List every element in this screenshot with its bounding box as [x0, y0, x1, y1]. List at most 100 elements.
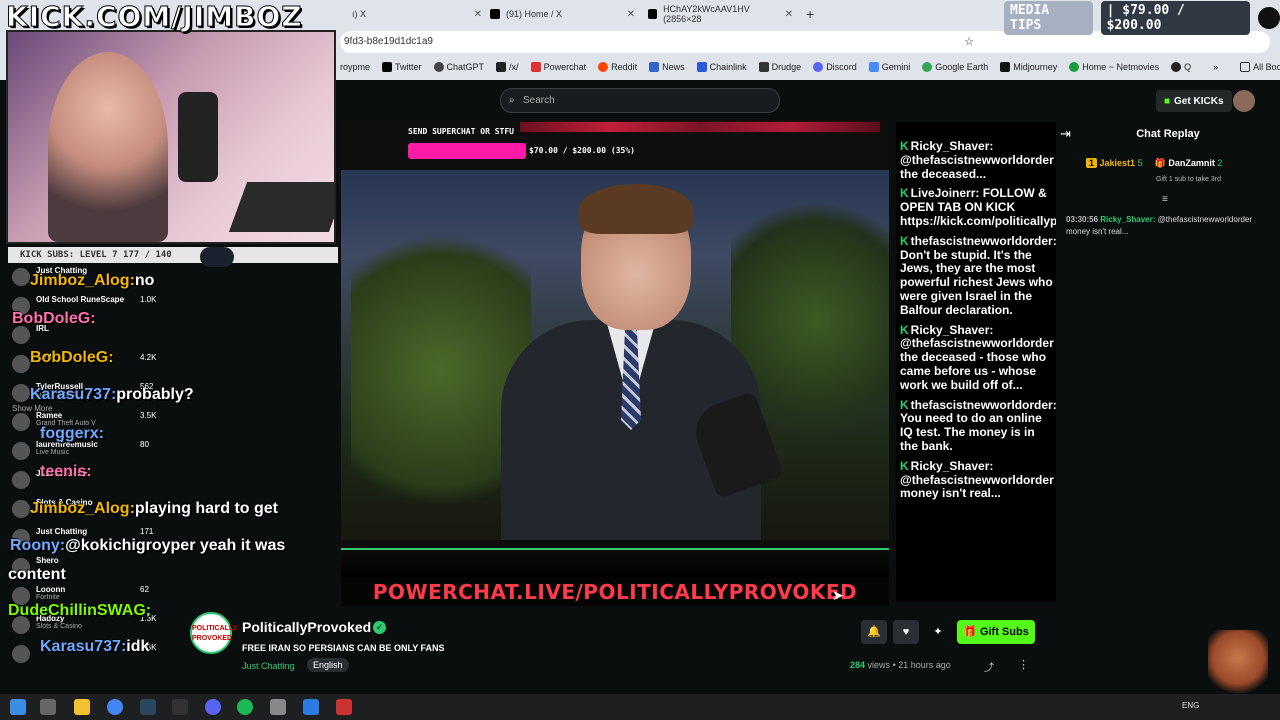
overlay-chat-line: BobDoleG:: [30, 349, 114, 367]
overlay-chat-line: foggerx:: [40, 425, 104, 443]
new-tab-button[interactable]: +: [806, 4, 814, 24]
overlay-chat: K Ricky_Shaver: @thefascistnewworldorder …: [896, 122, 1056, 602]
star-icon[interactable]: ☆: [964, 31, 974, 53]
share-icon[interactable]: ⤴: [984, 659, 994, 674]
get-kicks-button[interactable]: ■ Get KICKs: [1156, 90, 1232, 112]
bell-icon[interactable]: 🔔: [861, 620, 887, 644]
app-icon[interactable]: [336, 699, 352, 715]
more-icon[interactable]: ⋮: [1018, 658, 1029, 671]
channel-avatar[interactable]: [12, 413, 30, 431]
chat-title: Chat Replay: [1136, 128, 1200, 140]
search-input[interactable]: ⌕ Search: [500, 88, 780, 113]
channel-avatar[interactable]: [12, 268, 30, 286]
sparkle-icon[interactable]: ✦: [925, 620, 951, 644]
channel-avatar[interactable]: [12, 326, 30, 344]
chat-text: playing hard to get: [134, 500, 279, 517]
overlay-chat-message: Kthefascistnewworldorder: You need to do…: [900, 398, 1056, 454]
bookmark[interactable]: /x/: [496, 62, 519, 72]
folder-icon[interactable]: [74, 699, 90, 715]
sidebar-channel[interactable]: Shero: [36, 556, 59, 565]
chat-username[interactable]: Ricky_Shaver:: [1100, 215, 1155, 224]
overlay-chat-line: teenis:: [40, 463, 92, 481]
player-controls[interactable]: [341, 548, 889, 578]
close-icon[interactable]: ✕: [627, 9, 635, 20]
chrome-icon[interactable]: [107, 699, 123, 715]
bookmark[interactable]: Reddit: [598, 62, 637, 72]
search-icon: ⌕: [509, 95, 515, 106]
channel-avatar[interactable]: [12, 355, 30, 373]
windows-icon[interactable]: [10, 699, 26, 715]
verified-icon: ✓: [373, 621, 386, 634]
chat-message: 03:30:56 Ricky_Shaver: @thefascistnewwor…: [1066, 214, 1276, 238]
browser-tab[interactable]: HChAY2kWcAAV1HV (2856×28 ✕: [648, 4, 793, 24]
sidebar-channel[interactable]: Just Chatting: [36, 527, 87, 536]
bookmark[interactable]: Twitter: [382, 62, 422, 72]
steam-icon[interactable]: [140, 699, 156, 715]
gift-subs-button[interactable]: 🎁 Gift Subs: [957, 620, 1035, 644]
show-more-link[interactable]: Show More: [12, 404, 52, 413]
subs-goal: KICK SUBS: LEVEL 7 177 / 140: [8, 247, 338, 263]
app-icon[interactable]: [303, 699, 319, 715]
close-icon[interactable]: ✕: [474, 9, 482, 20]
bookmark[interactable]: News: [649, 62, 685, 72]
chevron-right-icon[interactable]: »: [1213, 62, 1218, 72]
bookmark[interactable]: Powerchat: [530, 62, 586, 72]
task-view-icon[interactable]: [40, 699, 56, 715]
bookmark[interactable]: Home ~ Netmovies: [1069, 62, 1159, 72]
channel-avatar[interactable]: [12, 500, 30, 518]
language-indicator[interactable]: ENG: [1182, 701, 1199, 710]
bookmark[interactable]: roypme: [340, 62, 370, 72]
overlay-chat-line: Roony:@kokichigroyper yeah it was: [10, 537, 285, 555]
terminal-icon[interactable]: [172, 699, 188, 715]
channel-name[interactable]: PoliticallyProvoked: [242, 619, 371, 635]
bookmark[interactable]: Drudge: [758, 62, 801, 72]
chat-text: idk: [126, 638, 150, 655]
gift-icon: 🎁: [1154, 158, 1166, 168]
spotify-icon[interactable]: [237, 699, 253, 715]
heart-icon[interactable]: ♥: [893, 620, 919, 644]
bookmark[interactable]: Discord: [813, 62, 857, 72]
all-bookmarks[interactable]: All Bookmarks: [1240, 62, 1280, 72]
browser-tab[interactable]: ı) X ✕: [352, 4, 482, 24]
close-icon[interactable]: ✕: [785, 9, 793, 20]
midjourney-icon: [1000, 62, 1011, 72]
gift-icon: 🎁: [963, 626, 977, 638]
channel-name: Looonn: [36, 585, 66, 594]
chat-text: probably?: [116, 386, 194, 403]
category-link[interactable]: Just Chatting: [242, 661, 295, 671]
language-tag[interactable]: English: [307, 658, 349, 672]
channel-category: Fortnite: [36, 594, 60, 601]
bookmark[interactable]: Google Earth: [922, 62, 988, 72]
tab-label: (91) Home / X: [506, 9, 563, 19]
tab-label: HChAY2kWcAAV1HV (2856×28: [663, 4, 750, 24]
channel-avatar[interactable]: [12, 442, 30, 460]
channel-avatar[interactable]: [12, 645, 30, 663]
discord-icon[interactable]: [205, 699, 221, 715]
bookmark[interactable]: Gemini: [868, 62, 910, 72]
presenter: [501, 184, 761, 578]
channel-avatar[interactable]: [12, 384, 30, 402]
sidebar-channel[interactable]: Old School RuneScape: [36, 295, 124, 304]
browser-tab[interactable]: (91) Home / X ✕: [490, 4, 635, 24]
bookmark[interactable]: ChatGPT: [433, 62, 484, 72]
views-count: 284: [850, 660, 866, 670]
chat-username: BobDoleG:: [12, 310, 96, 327]
video-player[interactable]: [341, 120, 889, 578]
sidebar-channel[interactable]: Looonn Fortnite: [36, 585, 65, 601]
powerchat-banner: POWERCHAT.LIVE/POLITICALLYPROVOKED: [341, 578, 889, 606]
user-avatar[interactable]: [1233, 90, 1255, 112]
kick-header: ⌕ Search ■ Get KICKs: [340, 80, 1280, 120]
channel-avatar[interactable]: POLITICALLY PROVOKED: [190, 612, 237, 654]
channel-avatar[interactable]: [12, 471, 30, 489]
chat-text: no: [134, 272, 155, 289]
bookmark[interactable]: Chainlink: [696, 62, 747, 72]
avatar-text: POLITICALLY PROVOKED: [192, 625, 238, 642]
x-icon: [382, 62, 393, 72]
app-icon[interactable]: [270, 699, 286, 715]
bookmark[interactable]: Q: [1171, 62, 1191, 72]
chatgpt-icon: [433, 62, 444, 72]
viewer-count: 4.2K: [140, 353, 157, 362]
filter-icon[interactable]: ≡: [1162, 194, 1168, 205]
leaderboard-count: 5: [1137, 158, 1143, 168]
bookmark[interactable]: Midjourney: [1000, 62, 1057, 72]
